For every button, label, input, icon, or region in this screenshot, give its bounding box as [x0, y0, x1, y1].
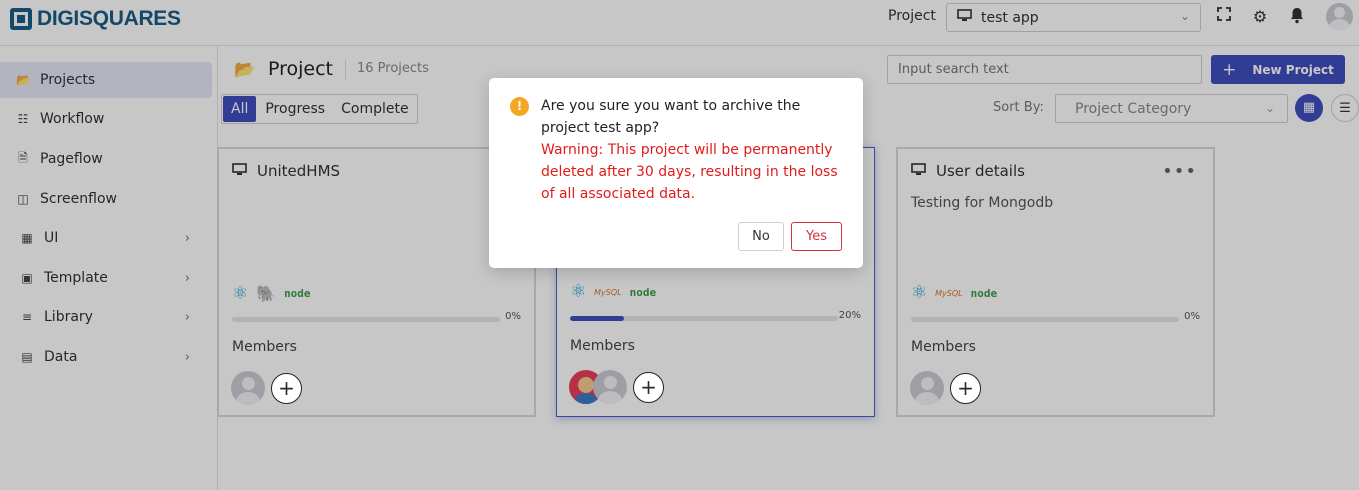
add-member-button[interactable]: +	[950, 372, 981, 404]
no-button[interactable]: No	[738, 222, 784, 251]
dialog-question: Are you sure you want to archive the pro…	[541, 98, 801, 136]
archive-confirm-dialog: ! Are you sure you want to archive the p…	[489, 78, 863, 268]
warning-icon: !	[510, 97, 529, 116]
add-member-button[interactable]: +	[633, 371, 664, 403]
yes-button[interactable]: Yes	[791, 222, 842, 251]
dialog-warning: Warning: This project will be permanentl…	[541, 142, 838, 202]
add-member-button[interactable]: +	[271, 372, 302, 404]
